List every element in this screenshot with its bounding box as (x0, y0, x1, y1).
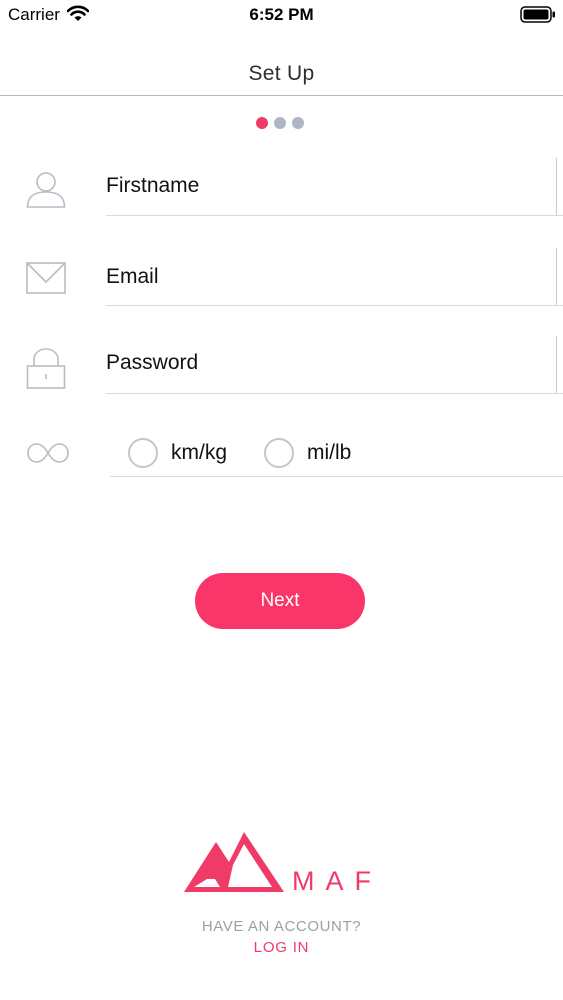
firstname-placeholder: Firstname (106, 174, 200, 197)
password-placeholder: Password (106, 351, 199, 374)
page-indicator (256, 117, 304, 130)
unit-label-metric: km/kg (171, 441, 228, 464)
battery-icon (520, 6, 555, 23)
email-underline (106, 305, 563, 306)
firstname-field[interactable]: Firstname (0, 158, 563, 216)
unit-label-imperial: mi/lb (307, 441, 352, 464)
units-underline (110, 476, 563, 477)
unit-option-metric[interactable]: km/kg (128, 438, 227, 468)
email-field[interactable]: Email (0, 248, 563, 306)
infinity-icon (27, 443, 69, 463)
password-underline (106, 393, 563, 394)
login-link[interactable]: LOG IN (0, 939, 563, 956)
lock-icon (26, 348, 66, 389)
nav-divider (0, 95, 563, 96)
page-dot (274, 117, 286, 129)
field-edge (556, 336, 557, 393)
page-title: Set Up (248, 62, 315, 85)
status-bar: Carrier 6:52 PM (0, 0, 563, 30)
field-edge (556, 158, 557, 215)
have-account-text: HAVE AN ACCOUNT? (201, 918, 362, 935)
firstname-underline (106, 215, 563, 216)
field-edge (556, 248, 557, 305)
maf-logo-icon (184, 832, 284, 892)
envelope-icon (26, 262, 66, 294)
next-button[interactable]: Next (195, 573, 365, 629)
radio-imperial[interactable] (264, 438, 294, 468)
brand-name: MAF (292, 866, 382, 896)
radio-metric[interactable] (128, 438, 158, 468)
unit-option-imperial[interactable]: mi/lb (264, 438, 351, 468)
page-dot (292, 117, 304, 129)
clock: 6:52 PM (249, 5, 314, 24)
email-placeholder: Email (106, 265, 159, 288)
page-dot-active (256, 117, 268, 129)
password-field[interactable]: Password (0, 336, 563, 394)
user-icon (26, 172, 66, 208)
units-row: km/kg mi/lb (0, 428, 563, 480)
